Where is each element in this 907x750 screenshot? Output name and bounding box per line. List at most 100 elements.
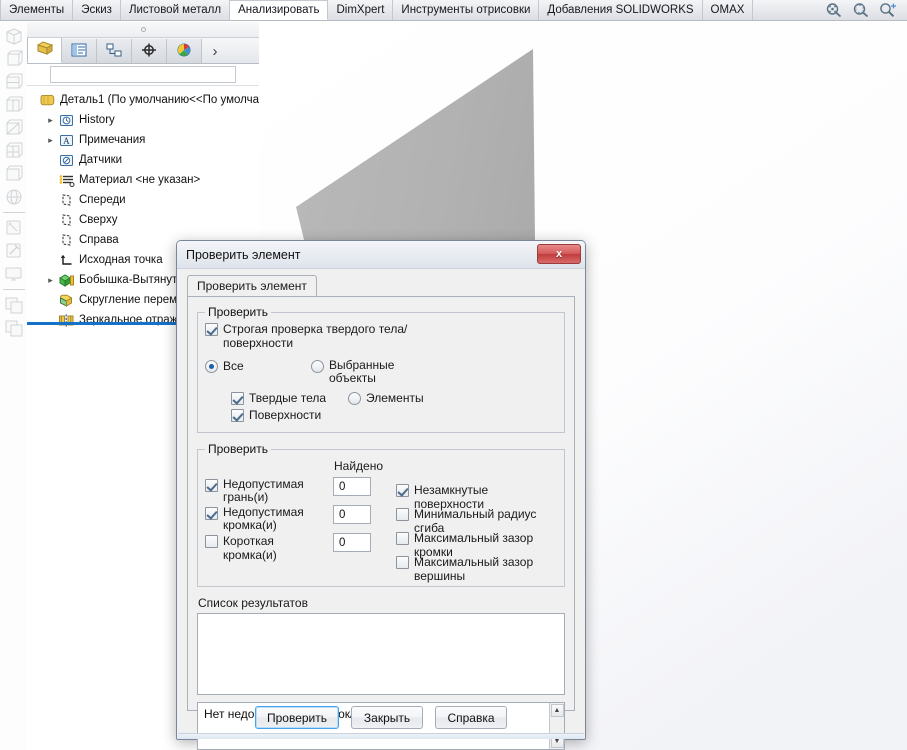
cmdtab-listovoy-metall[interactable]: Листовой металл	[121, 0, 231, 20]
cmdtab-elementy[interactable]: Элементы	[0, 0, 74, 20]
checkbox-icon[interactable]	[396, 556, 409, 569]
surfaces-check[interactable]: Поверхности	[231, 408, 336, 422]
radio-icon[interactable]	[348, 392, 361, 405]
configuration-manager-tab[interactable]	[97, 39, 132, 63]
tree-item-annotations[interactable]: ▸ A Примечания	[31, 130, 259, 150]
invalid-face-check[interactable]: Недопустимая грань(и)	[205, 478, 325, 504]
property-manager-icon	[70, 42, 88, 61]
tree-item-material[interactable]: ▸ Материал <не указан>	[31, 170, 259, 190]
dialog-tab-pane: Проверить Строгая проверка твердого тела…	[187, 296, 575, 750]
property-manager-tab[interactable]	[62, 39, 97, 63]
checkbox-icon[interactable]	[396, 508, 409, 521]
short-edge-label: Короткая кромка(и)	[223, 534, 277, 562]
checkbox-icon[interactable]	[231, 392, 244, 405]
expander-icon[interactable]: ▸	[44, 115, 57, 126]
expander-icon[interactable]: ▸	[44, 135, 57, 146]
invalid-face-count-input[interactable]	[333, 477, 371, 496]
zoom-in-out-icon[interactable]	[879, 2, 897, 18]
view-heads-up-rail	[0, 22, 27, 750]
apply-scene-icon[interactable]	[3, 94, 25, 116]
checkbox-icon[interactable]	[205, 535, 218, 548]
scope-features-radio[interactable]: Элементы	[348, 391, 424, 405]
cmdtab-analizirovat[interactable]: Анализировать	[230, 0, 329, 20]
radio-icon[interactable]	[205, 360, 218, 373]
feature-tree-tab[interactable]	[27, 38, 62, 63]
results-list[interactable]	[197, 613, 565, 695]
edit-appearance-icon[interactable]	[3, 217, 25, 239]
tab-check-entity[interactable]: Проверить элемент	[187, 275, 317, 297]
checkbox-icon[interactable]	[205, 507, 218, 520]
rotate-view-icon[interactable]	[3, 163, 25, 185]
find-checkbox-column: Недопустимая грань(и) Недопустимая кромк…	[205, 459, 333, 579]
dimxpert-manager-tab[interactable]	[132, 39, 167, 63]
cmdtab-dobavleniya-solidworks[interactable]: Добавления SOLIDWORKS	[539, 0, 703, 20]
splitter-dot	[140, 27, 146, 32]
dialog-title-bar[interactable]: Проверить элемент x	[177, 241, 585, 269]
view-orientation-icon[interactable]	[3, 25, 25, 47]
annotations-icon: A	[57, 133, 76, 148]
feature-tree-filter-input[interactable]	[50, 66, 236, 83]
scope-selected-radio[interactable]: Выбранные объекты	[311, 359, 446, 385]
plane-icon	[57, 233, 76, 248]
invalid-edge-count-input[interactable]	[333, 505, 371, 524]
edit-material-icon[interactable]	[3, 240, 25, 262]
tree-item-plane-front[interactable]: ▸ Спереди	[31, 190, 259, 210]
cmdtab-label: Элементы	[9, 4, 65, 16]
tree-item-label: Материал <не указан>	[79, 174, 201, 186]
close-icon[interactable]: x	[537, 244, 581, 264]
invalid-face-row: Недопустимая грань(и)	[205, 478, 333, 506]
strict-solid-surface-check[interactable]: Строгая проверка твердого тела/поверхнос…	[205, 322, 415, 350]
tree-item-part[interactable]: ▸ Деталь1 (По умолчанию<<По умолча	[31, 90, 259, 110]
zoom-to-fit-icon[interactable]	[825, 2, 843, 18]
cmdtab-instrumenty-otrisovki[interactable]: Инструменты отрисовки	[393, 0, 540, 20]
more-tabs-chevron[interactable]: ›	[202, 39, 228, 63]
max-vertex-gap-check[interactable]: Максимальный зазор вершины	[396, 555, 557, 583]
sphere-view-icon[interactable]	[3, 186, 25, 208]
radio-icon[interactable]	[311, 360, 324, 373]
tree-item-history[interactable]: ▸ History	[31, 110, 259, 130]
invalid-edge-check[interactable]: Недопустимая кромка(и)	[205, 506, 325, 532]
part-icon	[40, 93, 57, 108]
tree-item-sensors[interactable]: ▸ Датчики	[31, 150, 259, 170]
results-list-label: Список результатов	[198, 596, 308, 610]
cmdtab-label: Инструменты отрисовки	[401, 4, 531, 16]
checkbox-icon[interactable]	[205, 479, 218, 492]
window-tile-icon[interactable]	[3, 294, 25, 316]
view-settings-icon[interactable]	[3, 117, 25, 139]
mirror-icon	[57, 313, 76, 328]
short-edge-count-input[interactable]	[333, 533, 371, 552]
scope-sub-options: Твердые тела Элементы Поверхности	[205, 391, 557, 422]
help-button[interactable]: Справка	[435, 706, 507, 729]
cmdtab-label: Анализировать	[238, 4, 320, 16]
invalid-edge-count-row	[333, 505, 391, 533]
checkbox-icon[interactable]	[396, 484, 409, 497]
checkbox-icon[interactable]	[396, 532, 409, 545]
checkbox-icon[interactable]	[205, 323, 218, 336]
hide-show-items-icon[interactable]	[3, 71, 25, 93]
scope-all-radio[interactable]: Все	[205, 359, 311, 373]
max-edge-gap-row: Максимальный зазор кромки	[396, 531, 557, 559]
panel-splitter-handle[interactable]	[27, 22, 259, 38]
cmdtab-eskiz[interactable]: Эскиз	[73, 0, 121, 20]
display-manager-tab[interactable]	[167, 39, 202, 63]
close-button[interactable]: Закрыть	[351, 706, 423, 729]
scope-all-label: Все	[223, 359, 244, 373]
window-cascade-icon[interactable]	[3, 317, 25, 339]
check-button[interactable]: Проверить	[254, 706, 339, 729]
tree-item-label: Скругление переме	[79, 294, 184, 306]
max-vertex-gap-row: Максимальный зазор вершины	[396, 555, 557, 583]
screen-capture-icon[interactable]	[3, 263, 25, 285]
tree-item-plane-top[interactable]: ▸ Сверху	[31, 210, 259, 230]
short-edge-check[interactable]: Короткая кромка(и)	[205, 534, 330, 562]
tree-item-label: Справа	[79, 234, 119, 246]
cmdtab-dimxpert[interactable]: DimXpert	[328, 0, 394, 20]
checkbox-icon[interactable]	[231, 409, 244, 422]
found-header: Найдено	[334, 459, 384, 473]
zoom-to-area-icon[interactable]	[852, 2, 870, 18]
display-style-icon[interactable]	[3, 48, 25, 70]
expander-icon[interactable]: ▸	[44, 275, 57, 286]
cmdtab-omax[interactable]: OMAX	[703, 0, 754, 20]
cmdtab-label: DimXpert	[336, 4, 385, 16]
solid-bodies-check[interactable]: Твердые тела	[231, 391, 336, 405]
section-view-icon[interactable]	[3, 140, 25, 162]
